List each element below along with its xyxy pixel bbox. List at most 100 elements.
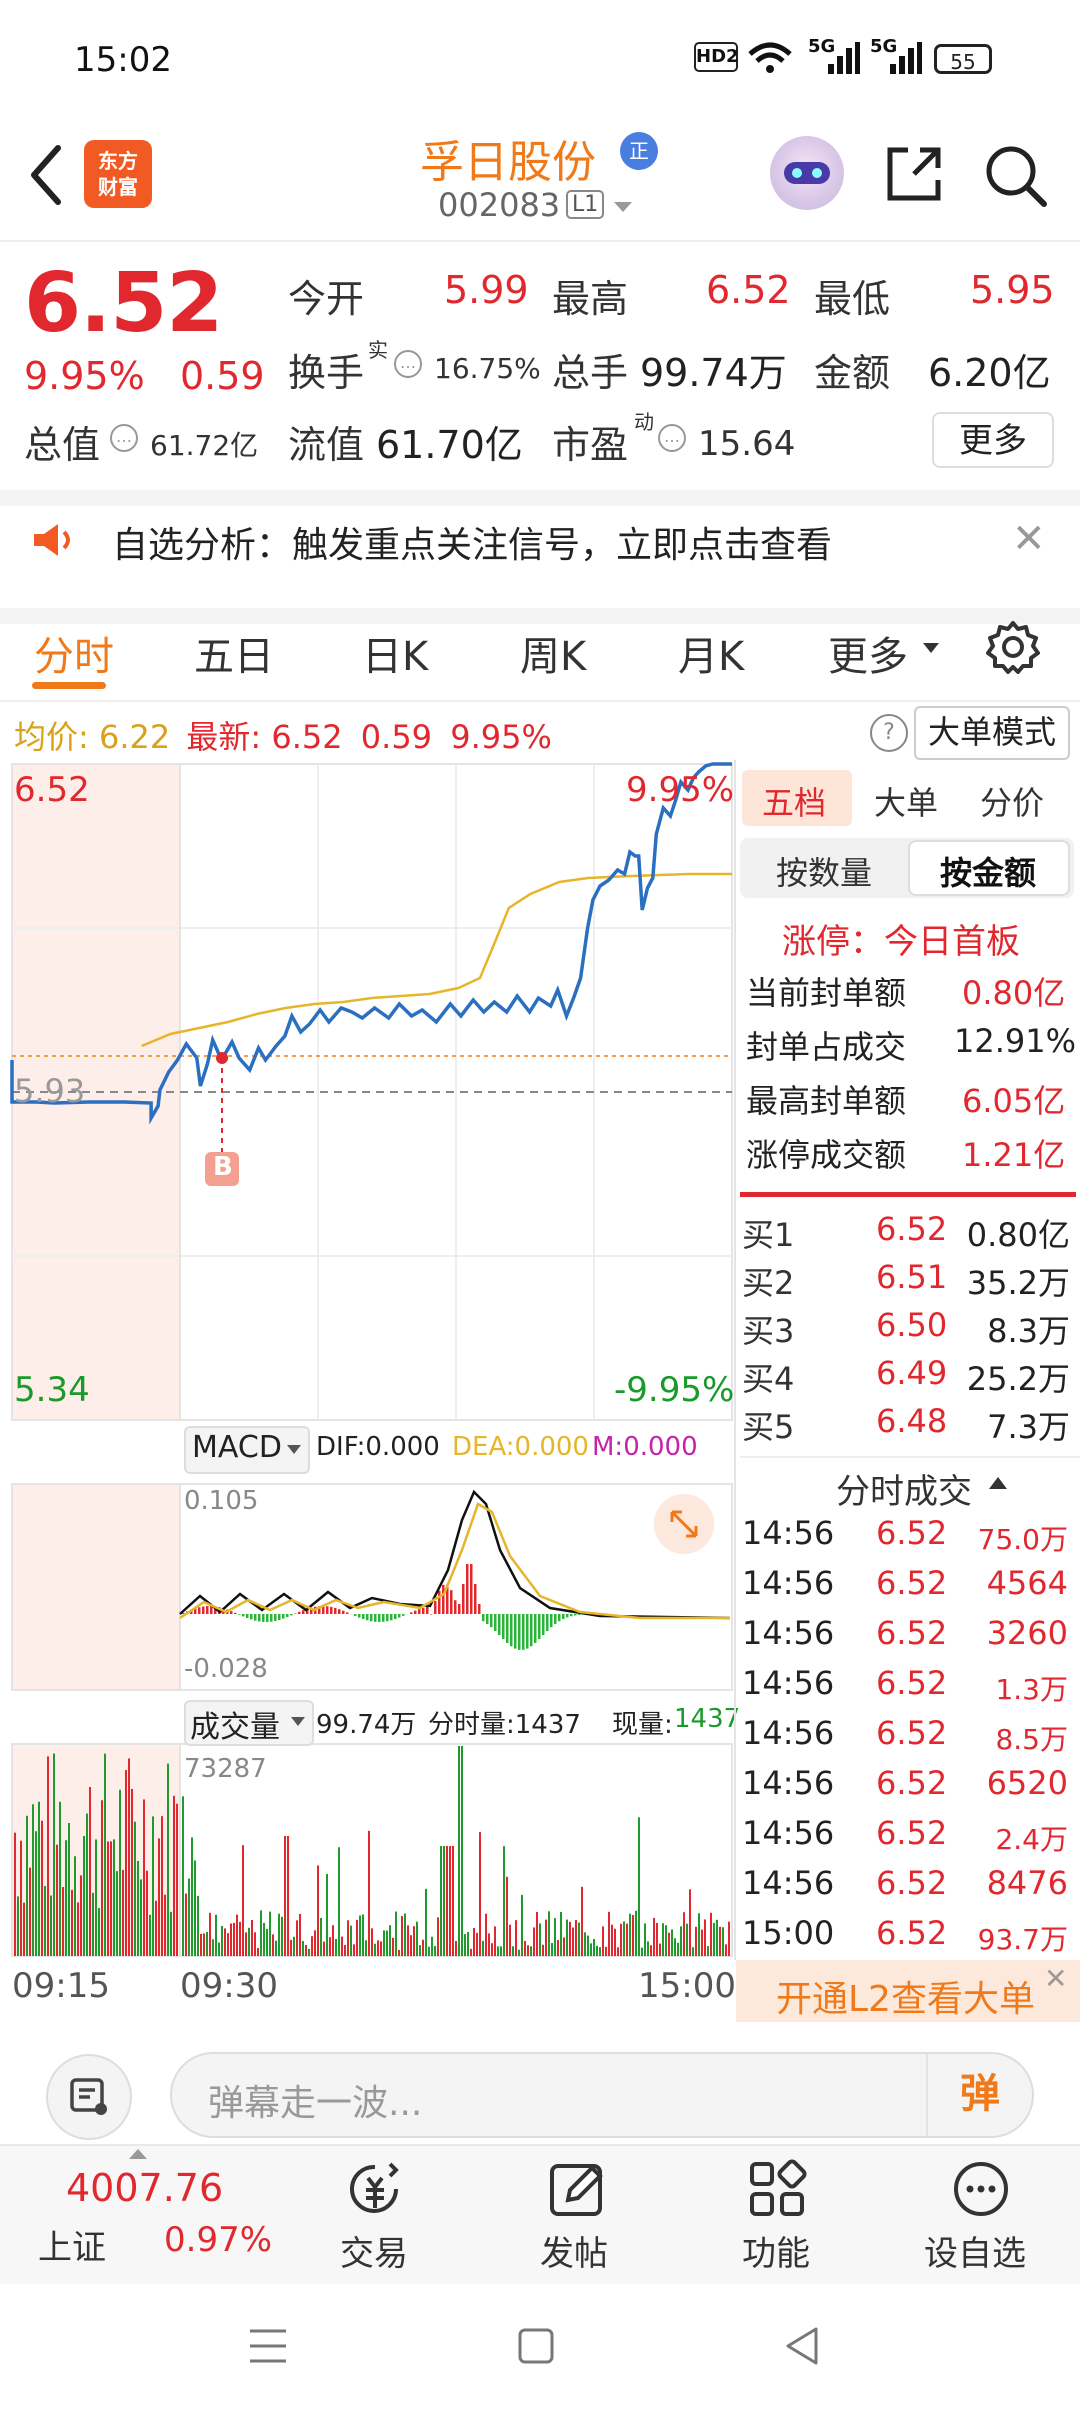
amount-value: 6.20亿: [928, 351, 1051, 395]
dropdown-arrow-icon[interactable]: [922, 642, 940, 654]
macd-axis-top: 0.105: [184, 1486, 259, 1516]
macd-m: M:0.000: [592, 1432, 698, 1462]
more-dots-icon[interactable]: [950, 2158, 1012, 2220]
notes-icon[interactable]: [46, 2054, 132, 2140]
tick-price: 6.52: [876, 1714, 948, 1752]
dropdown-arrow-icon[interactable]: [612, 200, 634, 214]
bid-volume: 8.3万: [987, 1312, 1070, 1350]
ticks-title[interactable]: 分时成交: [836, 1464, 972, 1513]
collapse-arrow-icon[interactable]: [988, 1476, 1008, 1490]
minute-volume: 分时量:1437: [428, 1710, 581, 1740]
tick-time: 14:56: [742, 1664, 835, 1702]
volume-label: 总手: [552, 351, 629, 395]
high-value: 6.52: [706, 268, 791, 312]
bid-volume: 35.2万: [966, 1264, 1070, 1302]
tick-time: 14:56: [742, 1764, 835, 1802]
index-name[interactable]: 上证: [38, 2220, 106, 2269]
danmu-toggle-button[interactable]: 弹: [926, 2054, 1032, 2136]
signal-icon: [890, 42, 922, 74]
market-cap-value: 61.72亿: [150, 429, 259, 462]
stat-label: 封单占成交: [746, 1028, 907, 1066]
nav-trade[interactable]: 交易: [340, 2226, 408, 2275]
menu-icon[interactable]: [248, 2328, 288, 2364]
tick-volume: 8476: [986, 1864, 1068, 1902]
macd-dif: DIF:0.000: [316, 1432, 440, 1462]
float-cap-value: 61.70亿: [376, 423, 523, 467]
tab-monthly-k[interactable]: 月K: [678, 624, 744, 682]
up-arrow-icon: [129, 2149, 147, 2159]
stat-value: 1.21亿: [962, 1136, 1066, 1174]
back-arrow-icon[interactable]: [22, 140, 72, 210]
alert-text[interactable]: 自选分析：触发重点关注信号，立即点击查看: [112, 516, 832, 568]
back-icon[interactable]: [784, 2326, 820, 2366]
more-button[interactable]: 更多: [932, 412, 1054, 468]
macd-axis-bottom: -0.028: [184, 1654, 268, 1684]
close-icon[interactable]: ✕: [1012, 516, 1046, 562]
segment-by-amount[interactable]: 按金额: [940, 848, 1036, 894]
logo-text: 财富: [98, 175, 138, 199]
x-axis-open: 09:30: [180, 1966, 278, 2006]
verified-badge: 正: [620, 132, 658, 170]
volume-total: 99.74万: [316, 1710, 417, 1740]
tab-daily-k[interactable]: 日K: [362, 624, 428, 682]
last-price: 6.52: [24, 256, 223, 351]
bid-volume: 7.3万: [987, 1408, 1070, 1446]
float-cap-label: 流值: [288, 423, 365, 467]
tab-order-book[interactable]: 五档: [762, 778, 826, 824]
bid-price: 6.48: [876, 1402, 948, 1440]
divider: [740, 1456, 1080, 1458]
functions-icon[interactable]: [746, 2158, 808, 2220]
clock: 15:02: [74, 40, 172, 80]
help-icon[interactable]: ?: [870, 714, 908, 752]
home-icon[interactable]: [518, 2328, 554, 2364]
bid-label: 买4: [742, 1360, 795, 1398]
stat-label: 最高封单额: [746, 1082, 907, 1120]
l2-promo-text[interactable]: 开通L2查看大单: [776, 1970, 1035, 2022]
header-divider: [0, 240, 1080, 242]
stock-name: 孚日股份: [420, 137, 596, 188]
tab-five-day[interactable]: 五日: [194, 624, 274, 682]
close-icon[interactable]: ✕: [1044, 1962, 1067, 1995]
share-icon[interactable]: [884, 144, 944, 204]
ai-assistant-icon[interactable]: [770, 136, 844, 210]
tick-volume: 93.7万: [977, 1923, 1068, 1956]
buy-marker: B: [213, 1152, 233, 1182]
info-icon[interactable]: …: [110, 424, 138, 452]
tick-volume: 1.3万: [995, 1673, 1068, 1706]
tab-more[interactable]: 更多: [828, 624, 908, 682]
stat-label: 涨停成交额: [746, 1136, 907, 1174]
current-volume-label: 现量:: [612, 1710, 673, 1740]
index-change[interactable]: 0.97%: [164, 2220, 272, 2260]
stock-code[interactable]: 002083: [438, 186, 560, 224]
nav-add-favorite[interactable]: 设自选: [924, 2226, 1026, 2275]
hd-icon: HD2: [694, 42, 739, 72]
bid-label: 买3: [742, 1312, 795, 1350]
bid-price: 6.50: [876, 1306, 948, 1344]
segment-by-quantity[interactable]: 按数量: [776, 848, 872, 894]
stat-value: 12.91%: [954, 1022, 1077, 1060]
nav-functions[interactable]: 功能: [742, 2226, 810, 2275]
index-value[interactable]: 4007.76: [66, 2166, 223, 2210]
post-icon[interactable]: [546, 2158, 608, 2220]
nav-post[interactable]: 发帖: [540, 2226, 608, 2275]
volume-label: 成交量: [190, 1710, 280, 1745]
volume-value: 99.74万: [640, 351, 787, 395]
tab-weekly-k[interactable]: 周K: [520, 624, 586, 682]
tab-price-distribution[interactable]: 分价: [980, 778, 1044, 824]
app-logo: 东方 财富: [84, 140, 152, 208]
info-icon[interactable]: …: [658, 424, 686, 452]
tab-intraday[interactable]: 分时: [34, 624, 114, 682]
search-icon[interactable]: [984, 144, 1048, 208]
market-cap-label: 总值: [24, 423, 101, 467]
info-icon[interactable]: …: [394, 350, 422, 378]
trade-icon[interactable]: [344, 2158, 406, 2220]
tick-time: 14:56: [742, 1714, 835, 1752]
bid-label: 买2: [742, 1264, 795, 1302]
danmu-placeholder[interactable]: 弹幕走一波...: [208, 2074, 422, 2126]
gear-icon[interactable]: [986, 620, 1040, 674]
tick-volume: 6520: [986, 1764, 1068, 1802]
avg-value: 6.22: [98, 718, 171, 756]
big-order-mode-button[interactable]: 大单模式: [914, 706, 1070, 760]
tab-big-orders[interactable]: 大单: [874, 778, 938, 824]
volume-axis-top: 73287: [184, 1754, 267, 1784]
